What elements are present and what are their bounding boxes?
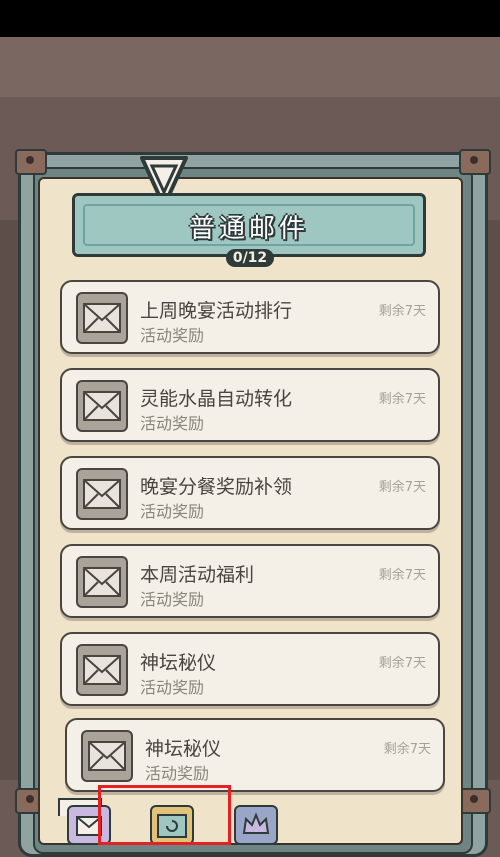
- mail-title: 晚宴分餐奖励补领: [140, 476, 293, 498]
- mail-title: 本周活动福利: [140, 564, 255, 586]
- mailbox-title-banner: 普通邮件: [72, 193, 426, 257]
- frame-corner-bolt: [459, 149, 491, 175]
- crown-tab-icon: [242, 812, 270, 834]
- mail-counter: 0/12: [232, 250, 268, 266]
- status-bar: [0, 0, 500, 37]
- background-left: [0, 220, 20, 780]
- mail-item[interactable]: 本周活动福利 活动奖励 剩余7天: [60, 544, 440, 618]
- envelope-icon: [76, 292, 128, 344]
- mail-title: 灵能水晶自动转化: [140, 388, 293, 410]
- mail-remaining-time: 剩余7天: [378, 392, 426, 407]
- envelope-icon: [76, 380, 128, 432]
- mail-subtitle: 活动奖励: [140, 678, 205, 697]
- mailbox-title: 普通邮件: [188, 214, 309, 244]
- mail-item[interactable]: 晚宴分餐奖励补领 活动奖励 剩余7天: [60, 456, 440, 530]
- mail-title: 神坛秘仪: [145, 738, 222, 760]
- mail-remaining-time: 剩余7天: [378, 656, 426, 671]
- mail-subtitle: 活动奖励: [145, 764, 210, 783]
- envelope-icon: [76, 556, 128, 608]
- background-band: [0, 37, 500, 97]
- mail-subtitle: 活动奖励: [140, 414, 205, 433]
- frame-corner-bolt: [15, 149, 47, 175]
- mail-remaining-time: 剩余7天: [378, 480, 426, 495]
- mail-item[interactable]: 神坛秘仪 活动奖励 剩余7天: [60, 632, 440, 706]
- mail-remaining-time: 剩余7天: [383, 742, 431, 757]
- tab-crown[interactable]: [234, 805, 278, 845]
- envelope-icon: [81, 730, 133, 782]
- highlight-box: [98, 785, 231, 845]
- mail-counter-badge: 0/12: [226, 249, 274, 267]
- envelope-icon: [76, 468, 128, 520]
- mail-remaining-time: 剩余7天: [378, 568, 426, 583]
- mail-title: 神坛秘仪: [140, 652, 217, 674]
- mail-subtitle: 活动奖励: [140, 502, 205, 521]
- mail-item[interactable]: 神坛秘仪 活动奖励 剩余7天: [65, 718, 445, 792]
- mail-remaining-time: 剩余7天: [378, 304, 426, 319]
- mail-item[interactable]: 灵能水晶自动转化 活动奖励 剩余7天: [60, 368, 440, 442]
- mail-subtitle: 活动奖励: [140, 326, 205, 345]
- mail-subtitle: 活动奖励: [140, 590, 205, 609]
- envelope-icon: [76, 644, 128, 696]
- mail-title: 上周晚宴活动排行: [140, 300, 293, 322]
- mailbox-tab-bar: [0, 790, 500, 845]
- mail-item[interactable]: 上周晚宴活动排行 活动奖励 剩余7天: [60, 280, 440, 354]
